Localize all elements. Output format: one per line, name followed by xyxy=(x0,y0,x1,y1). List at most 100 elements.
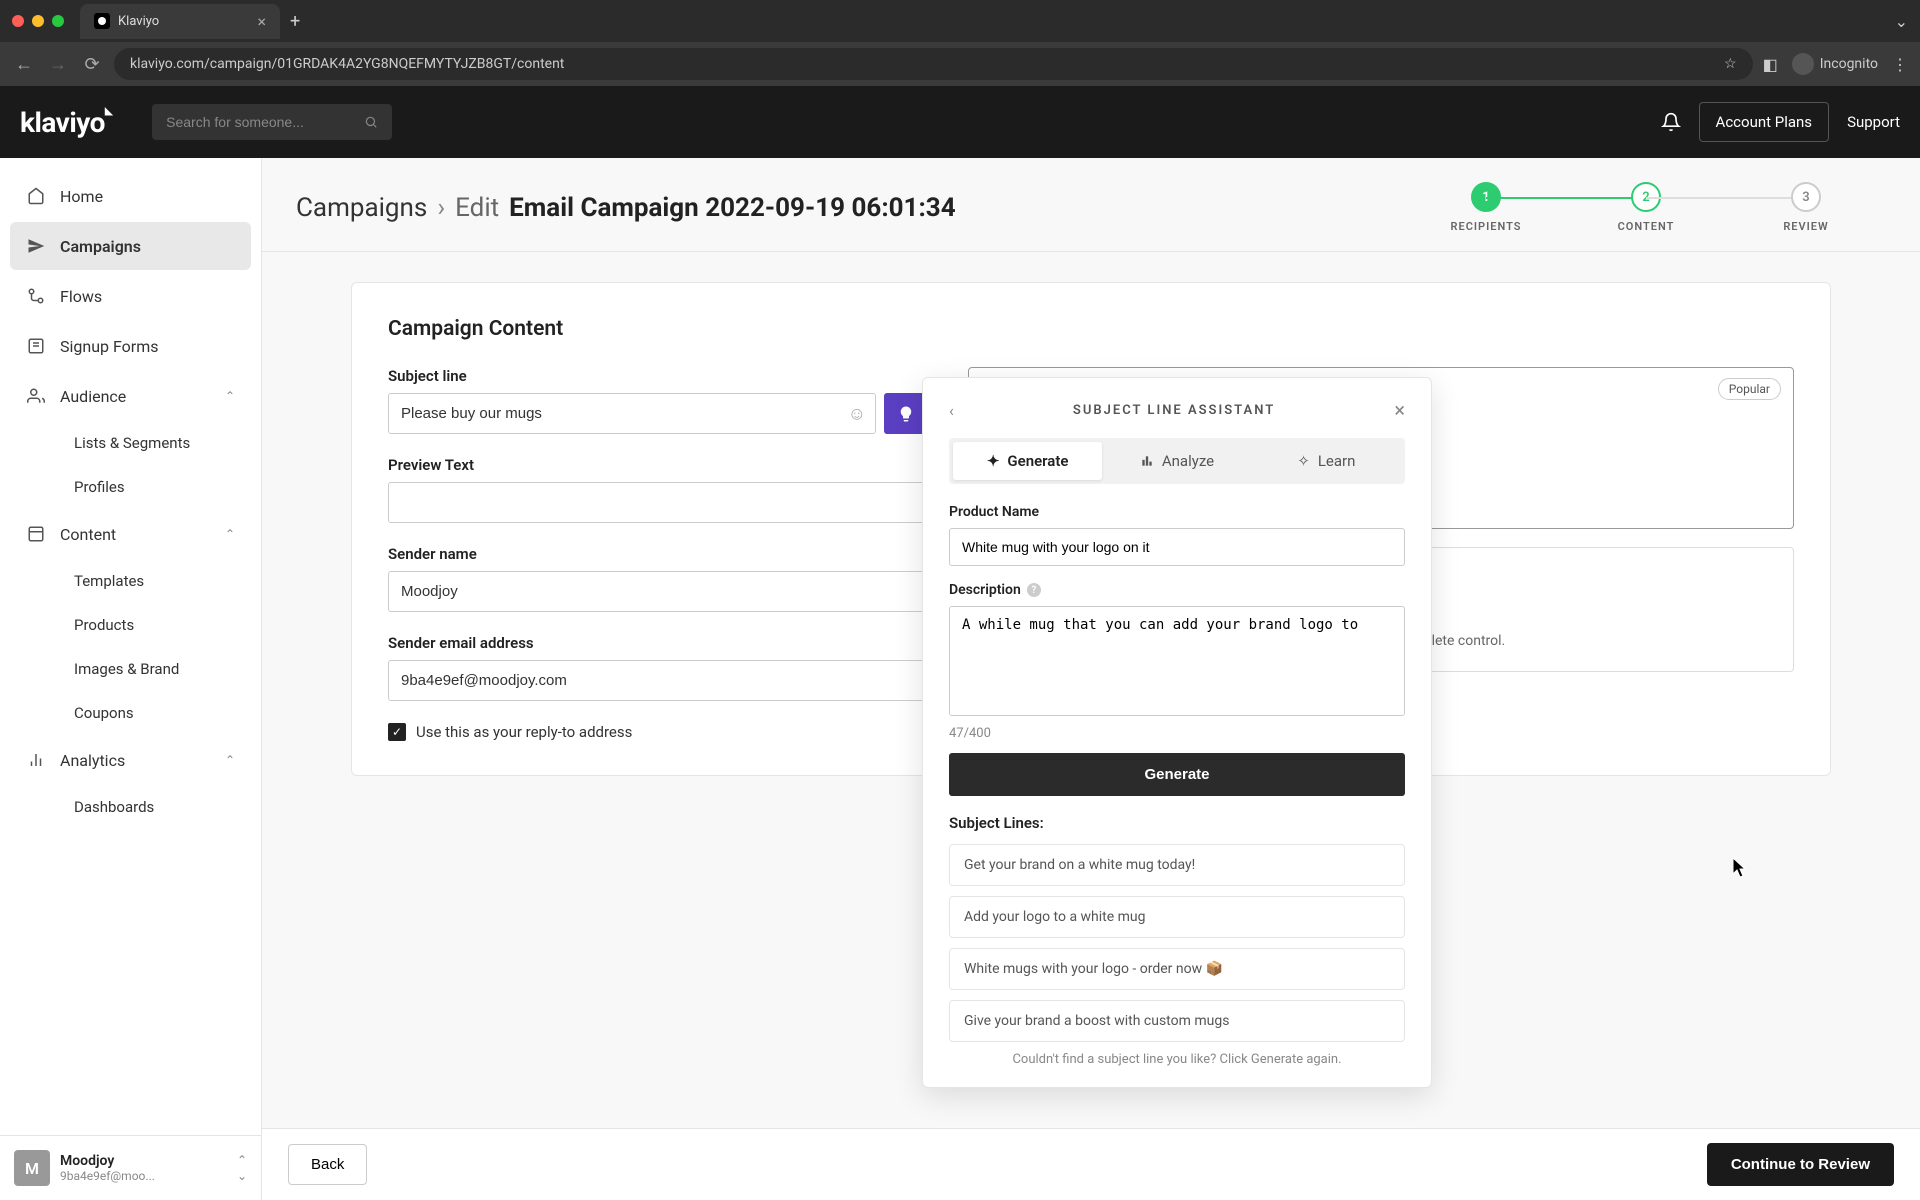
help-icon[interactable]: ? xyxy=(1027,583,1041,597)
assistant-back-button[interactable]: ‹ xyxy=(949,401,954,420)
nav-content[interactable]: Content ⌃ xyxy=(10,510,251,558)
send-icon xyxy=(26,236,46,256)
step-content[interactable]: 2 CONTENT xyxy=(1566,182,1726,233)
breadcrumb-action: Edit xyxy=(455,193,499,223)
sender-name-input[interactable] xyxy=(388,571,928,612)
wizard-stepper: 1 RECIPIENTS 2 CONTENT 3 REVIEW xyxy=(1406,182,1886,233)
chevron-up-icon: ⌃ xyxy=(225,527,235,541)
nav-signup-forms[interactable]: Signup Forms xyxy=(10,322,251,370)
preview-text-input[interactable] xyxy=(388,482,928,523)
tab-close-icon[interactable]: × xyxy=(257,12,266,31)
sender-name-label: Sender name xyxy=(388,545,928,563)
search-input[interactable] xyxy=(166,114,364,130)
window-controls xyxy=(12,15,64,27)
incognito-label: Incognito xyxy=(1820,56,1878,72)
nav-coupons[interactable]: Coupons xyxy=(58,692,251,734)
nav-dashboards[interactable]: Dashboards xyxy=(58,786,251,828)
back-button[interactable]: Back xyxy=(288,1144,367,1185)
continue-to-review-button[interactable]: Continue to Review xyxy=(1707,1143,1894,1186)
reply-to-label: Use this as your reply-to address xyxy=(416,723,632,741)
tab-learn[interactable]: ✧ Learn xyxy=(1252,442,1401,480)
bookmark-star-icon[interactable]: ☆ xyxy=(1724,56,1737,72)
description-label: Description ? xyxy=(949,582,1405,598)
notifications-bell-icon[interactable] xyxy=(1661,112,1681,132)
checkbox-icon[interactable]: ✓ xyxy=(388,723,406,741)
analytics-icon xyxy=(26,750,46,770)
window-close[interactable] xyxy=(12,15,24,27)
browser-tab-strip: Klaviyo × + ⌄ xyxy=(0,0,1920,42)
tabs-dropdown-icon[interactable]: ⌄ xyxy=(1895,12,1908,31)
incognito-icon xyxy=(1792,53,1814,75)
wand-icon: ✦ xyxy=(987,452,1000,470)
sender-email-input[interactable] xyxy=(388,660,928,701)
updown-chevron-icon: ⌃⌄ xyxy=(237,1153,247,1183)
assistant-close-button[interactable]: × xyxy=(1394,398,1405,422)
tab-generate[interactable]: ✦ Generate xyxy=(953,442,1102,480)
popular-badge: Popular xyxy=(1718,378,1781,400)
emoji-picker-icon[interactable]: ☺ xyxy=(848,403,866,424)
nav-audience[interactable]: Audience ⌃ xyxy=(10,372,251,420)
nav-flows[interactable]: Flows xyxy=(10,272,251,320)
new-tab-button[interactable]: + xyxy=(290,11,300,32)
subject-line-label: Subject line xyxy=(388,367,928,385)
step-review[interactable]: 3 REVIEW xyxy=(1726,182,1886,233)
account-name: Moodjoy xyxy=(60,1153,227,1169)
breadcrumb-sep: › xyxy=(437,193,445,223)
window-maximize[interactable] xyxy=(52,15,64,27)
global-search[interactable] xyxy=(152,104,392,140)
section-title: Campaign Content xyxy=(388,317,1794,341)
breadcrumb-campaigns[interactable]: Campaigns xyxy=(296,193,427,223)
account-plans-button[interactable]: Account Plans xyxy=(1699,102,1830,142)
nav-campaigns[interactable]: Campaigns xyxy=(10,222,251,270)
reply-to-checkbox-row[interactable]: ✓ Use this as your reply-to address xyxy=(388,723,928,741)
bar-chart-icon xyxy=(1140,454,1154,468)
search-icon[interactable] xyxy=(364,115,378,129)
nav-templates[interactable]: Templates xyxy=(58,560,251,602)
nav-home[interactable]: Home xyxy=(10,172,251,220)
sidebar: Home Campaigns Flows Signup Forms Audien… xyxy=(0,158,262,1200)
preview-text-label: Preview Text xyxy=(388,456,928,474)
support-link[interactable]: Support xyxy=(1847,113,1900,131)
product-name-label: Product Name xyxy=(949,504,1405,520)
klaviyo-logo[interactable]: klaviyo◣ xyxy=(20,106,112,139)
subject-line-input[interactable] xyxy=(388,393,876,434)
subject-line-result[interactable]: White mugs with your logo - order now 📦 xyxy=(949,948,1405,990)
sender-email-label: Sender email address xyxy=(388,634,928,652)
nav-products[interactable]: Products xyxy=(58,604,251,646)
step-recipients[interactable]: 1 RECIPIENTS xyxy=(1406,182,1566,233)
nav-profiles[interactable]: Profiles xyxy=(58,466,251,508)
home-icon xyxy=(26,186,46,206)
browser-forward-button[interactable]: → xyxy=(46,54,70,75)
subject-line-result[interactable]: Add your logo to a white mug xyxy=(949,896,1405,938)
nav-lists-segments[interactable]: Lists & Segments xyxy=(58,422,251,464)
char-count: 47/400 xyxy=(949,726,1405,741)
description-textarea[interactable] xyxy=(949,606,1405,716)
nav-images-brand[interactable]: Images & Brand xyxy=(58,648,251,690)
cursor-icon xyxy=(1733,858,1749,880)
flows-icon xyxy=(26,286,46,306)
generate-button[interactable]: Generate xyxy=(949,753,1405,796)
browser-back-button[interactable]: ← xyxy=(12,54,36,75)
subject-line-result[interactable]: Get your brand on a white mug today! xyxy=(949,844,1405,886)
extensions-icon[interactable]: ◧ xyxy=(1763,55,1778,74)
browser-tab[interactable]: Klaviyo × xyxy=(80,4,280,39)
nav-analytics[interactable]: Analytics ⌃ xyxy=(10,736,251,784)
window-minimize[interactable] xyxy=(32,15,44,27)
browser-reload-button[interactable]: ⟳ xyxy=(80,54,104,75)
regenerate-hint: Couldn't find a subject line you like? C… xyxy=(949,1052,1405,1067)
assistant-title: SUBJECT LINE ASSISTANT xyxy=(1073,403,1275,418)
incognito-badge[interactable]: Incognito xyxy=(1792,53,1878,75)
form-icon xyxy=(26,336,46,356)
product-name-input[interactable] xyxy=(949,528,1405,566)
tab-favicon xyxy=(94,13,110,29)
address-bar[interactable]: klaviyo.com/campaign/01GRDAK4A2YG8NQEFMY… xyxy=(114,48,1753,80)
account-switcher[interactable]: M Moodjoy 9ba4e9ef@moo... ⌃⌄ xyxy=(0,1135,261,1200)
campaign-content-card: Campaign Content Subject line ☺ xyxy=(351,282,1831,776)
browser-menu-icon[interactable]: ⋮ xyxy=(1892,55,1908,74)
chevron-up-icon: ⌃ xyxy=(225,389,235,403)
tab-analyze[interactable]: Analyze xyxy=(1102,442,1251,480)
assistant-tabs: ✦ Generate Analyze ✧ Learn xyxy=(949,438,1405,484)
subject-line-result[interactable]: Give your brand a boost with custom mugs xyxy=(949,1000,1405,1042)
subject-line-assistant-popover: ‹ SUBJECT LINE ASSISTANT × ✦ Generate xyxy=(922,377,1432,1088)
breadcrumb: Campaigns › Edit Email Campaign 2022-09-… xyxy=(296,193,956,223)
